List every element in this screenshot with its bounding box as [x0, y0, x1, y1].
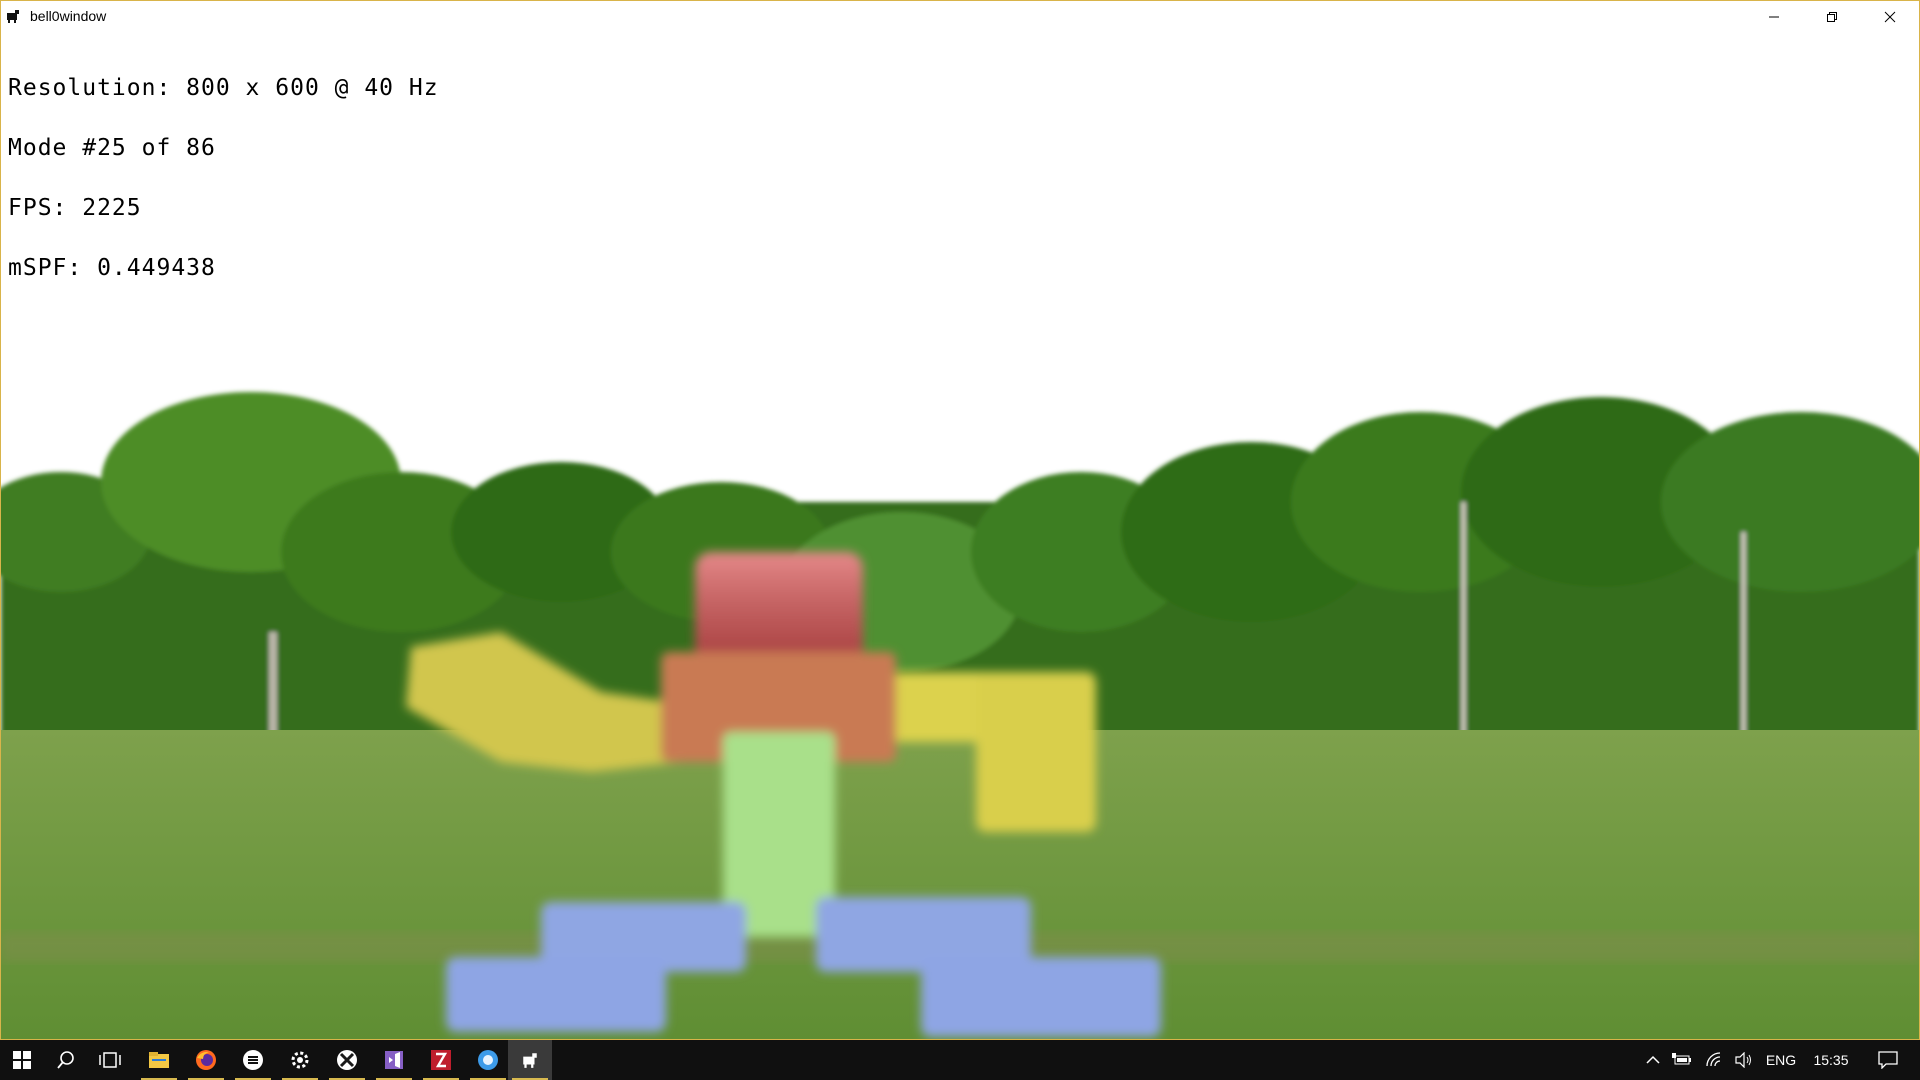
- taskbar-circle-app[interactable]: [466, 1040, 510, 1080]
- wifi-icon: [1706, 1052, 1721, 1067]
- windows-start-icon: [13, 1051, 31, 1069]
- battery-button[interactable]: [1668, 1040, 1696, 1080]
- settings-icon: [291, 1051, 309, 1069]
- close-button[interactable]: [1861, 1, 1919, 32]
- search-icon: [57, 1051, 74, 1069]
- hud-fps: FPS: 2225: [8, 195, 142, 221]
- action-center-button[interactable]: [1864, 1040, 1912, 1080]
- title-bar[interactable]: bell0window: [1, 1, 1919, 32]
- close-icon: [1884, 11, 1896, 22]
- bell0window-icon: [523, 1053, 537, 1068]
- battery-icon: [1672, 1053, 1691, 1065]
- taskbar-bell0window[interactable]: [508, 1040, 552, 1080]
- media-player-icon: [243, 1050, 263, 1070]
- render-area[interactable]: Resolution: 800 x 600 @ 40 Hz Mode #25 o…: [1, 32, 1919, 1039]
- taskbar-firefox[interactable]: [184, 1040, 228, 1080]
- volume-button[interactable]: [1730, 1040, 1758, 1080]
- task-view-button[interactable]: [88, 1040, 132, 1080]
- minimize-icon: [1769, 16, 1779, 17]
- taskbar-media-player[interactable]: [231, 1040, 275, 1080]
- window-title: bell0window: [30, 8, 107, 24]
- visual-studio-icon: [385, 1051, 403, 1069]
- filezilla-icon: [431, 1050, 451, 1070]
- show-hidden-icons-button[interactable]: [1640, 1040, 1666, 1080]
- hud-resolution: Resolution: 800 x 600 @ 40 Hz: [8, 75, 439, 101]
- taskbar-settings[interactable]: [278, 1040, 322, 1080]
- hud-mode: Mode #25 of 86: [8, 135, 216, 161]
- restore-button[interactable]: [1803, 1, 1861, 32]
- input-language[interactable]: ENG: [1762, 1040, 1800, 1080]
- file-explorer-icon: [149, 1052, 169, 1068]
- firefox-icon: [196, 1050, 216, 1070]
- bell0window-icon: [7, 10, 19, 23]
- chevron-up-icon: [1646, 1055, 1660, 1064]
- restore-icon: [1827, 11, 1837, 22]
- clock[interactable]: 15:35: [1804, 1040, 1858, 1080]
- volume-icon: [1735, 1052, 1751, 1068]
- start-button[interactable]: [0, 1040, 44, 1080]
- taskbar: ENG 15:35: [0, 1040, 1920, 1080]
- wifi-button[interactable]: [1700, 1040, 1728, 1080]
- search-button[interactable]: [44, 1040, 88, 1080]
- notification-icon: [1878, 1051, 1898, 1069]
- app-circle-icon: [478, 1050, 498, 1070]
- figure-left-foot-lower: [446, 957, 666, 1032]
- task-view-icon: [99, 1052, 121, 1068]
- stats-overlay: Resolution: 800 x 600 @ 40 Hz Mode #25 o…: [8, 38, 439, 318]
- minimize-button[interactable]: [1745, 1, 1803, 32]
- figure-right-foot-lower: [921, 957, 1161, 1037]
- figure-right-arm-lower: [976, 672, 1096, 832]
- taskbar-xbox[interactable]: [325, 1040, 369, 1080]
- app-window: bell0window Resolution: 800 x 600 @ 40 H…: [0, 0, 1920, 1040]
- hud-mspf: mSPF: 0.449438: [8, 255, 216, 281]
- xbox-icon: [337, 1050, 357, 1070]
- taskbar-visual-studio[interactable]: [372, 1040, 416, 1080]
- taskbar-filezilla[interactable]: [419, 1040, 463, 1080]
- taskbar-file-explorer[interactable]: [137, 1040, 181, 1080]
